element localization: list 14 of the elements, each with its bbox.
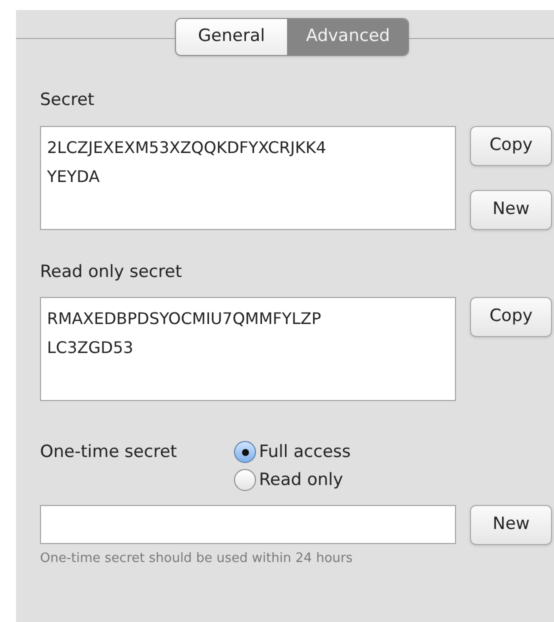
hint-text: One-time secret should be used within 24 hours (40, 550, 354, 568)
button[interactable]: Copy (470, 126, 552, 166)
text-area[interactable]: 2LCZJEXEXM53XZQQKDFYXCRJKK4 YEYDA (40, 126, 456, 230)
input-field[interactable] (40, 505, 456, 544)
section-label: Secret (40, 89, 96, 112)
button[interactable]: New (470, 505, 552, 545)
button[interactable]: New (470, 190, 552, 230)
tab[interactable]: General (176, 19, 288, 55)
button[interactable]: Copy (470, 297, 552, 337)
section-label: One-time secret (40, 441, 178, 464)
text-area[interactable]: RMAXEDBPDSYOCMIU7QMMFYLZP LC3ZGD53 (40, 297, 456, 401)
section-label: Read only secret (40, 260, 183, 284)
radio-button[interactable]: Full access (234, 439, 351, 465)
radio-button[interactable]: Read only (234, 467, 351, 493)
